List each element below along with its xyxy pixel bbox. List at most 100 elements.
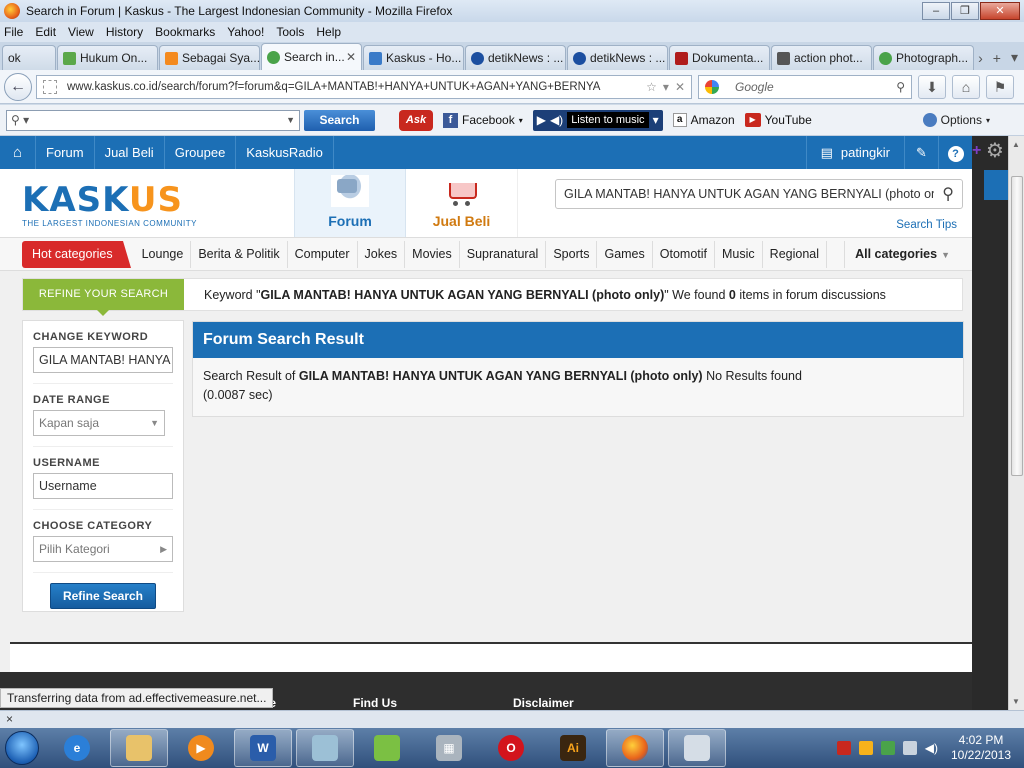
tab[interactable]: detikNews : ... — [465, 45, 566, 70]
help-button[interactable]: ? — [938, 136, 972, 169]
new-tab-icon[interactable]: + — [993, 50, 1001, 66]
menu-edit[interactable]: Edit — [35, 25, 56, 39]
taskbar-media-player[interactable]: ▶ — [172, 729, 230, 767]
scroll-up-icon[interactable]: ▲ — [1012, 140, 1020, 149]
menu-view[interactable]: View — [68, 25, 94, 39]
category-jokes[interactable]: Jokes — [358, 240, 406, 268]
list-tabs-icon[interactable]: ▾ — [1011, 49, 1018, 66]
ask-logo[interactable]: Ask — [399, 109, 433, 131]
header-tab-forum[interactable]: Forum — [294, 169, 406, 237]
keyword-input[interactable]: GILA MANTAB! HANYA UNTUK AGAN YANG BERNY… — [33, 347, 173, 373]
taskbar-paint[interactable] — [668, 729, 726, 767]
all-categories-dropdown[interactable]: All categories ▼ — [844, 240, 960, 268]
category-music[interactable]: Music — [715, 240, 763, 268]
tray-warning-icon[interactable] — [858, 741, 873, 755]
refine-search-button[interactable]: Refine Search — [50, 583, 156, 609]
username-input[interactable]: Username — [33, 473, 173, 499]
taskbar-ie[interactable]: e — [48, 729, 106, 767]
date-range-select[interactable]: Kapan saja ▼ — [33, 410, 165, 436]
site-home-icon[interactable]: ⌂ — [0, 136, 36, 169]
home-icon[interactable]: ⌂ — [952, 74, 980, 99]
taskbar-clock[interactable]: 4:02 PM 10/22/2013 — [946, 733, 1016, 763]
tab[interactable]: Dokumenta... — [669, 45, 770, 70]
topnav-forum[interactable]: Forum — [36, 136, 95, 169]
header-tab-jual-beli[interactable]: Jual Beli — [406, 169, 518, 237]
chevron-down-icon[interactable]: ▼ — [286, 115, 295, 125]
tab[interactable]: Hukum On... — [57, 45, 158, 70]
menu-tools[interactable]: Tools — [276, 25, 304, 39]
hot-categories-label[interactable]: Hot categories — [22, 240, 131, 268]
side-tab[interactable] — [984, 170, 1008, 200]
taskbar-opera[interactable]: O — [482, 729, 540, 767]
site-search-input[interactable]: GILA MANTAB! HANYA UNTUK AGAN YANG BERNY… — [555, 179, 963, 209]
play-icon[interactable]: ▶ — [537, 113, 546, 127]
category-sports[interactable]: Sports — [546, 240, 598, 268]
menu-bookmarks[interactable]: Bookmarks — [155, 25, 215, 39]
tab-active[interactable]: Search in... ✕ — [261, 43, 362, 70]
user-menu[interactable]: ▤ patingkir — [805, 136, 904, 169]
tab[interactable]: Kaskus - Ho... — [363, 45, 464, 70]
taskbar-notepad[interactable] — [296, 729, 354, 767]
downloads-icon[interactable]: ⬇ — [918, 74, 946, 99]
amazon-button[interactable]: a Amazon — [672, 113, 735, 127]
volume-icon[interactable]: ◀) — [550, 113, 563, 127]
toolbar-search-input[interactable]: ⚲ ▾ ▼ — [6, 109, 300, 131]
youtube-button[interactable]: ▶ YouTube — [744, 113, 812, 127]
category-computer[interactable]: Computer — [288, 240, 358, 268]
tab[interactable]: Photograph... — [873, 45, 974, 70]
plus-icon[interactable]: + — [972, 142, 981, 160]
footer-link-find-us[interactable]: Find Us — [353, 696, 397, 710]
topnav-jual-beli[interactable]: Jual Beli — [95, 136, 165, 169]
tab[interactable]: Sebagai Sya... — [159, 45, 260, 70]
footer-link-disclaimer[interactable]: Disclaimer — [513, 696, 574, 710]
options-button[interactable]: Options ▾ — [922, 113, 990, 127]
vertical-scrollbar[interactable]: ▲ ▼ — [1008, 136, 1024, 710]
search-icon[interactable]: ⚲ — [896, 80, 905, 94]
tab[interactable]: action phot... — [771, 45, 872, 70]
tray-alert-icon[interactable] — [836, 741, 851, 755]
taskbar-firefox[interactable] — [606, 729, 664, 767]
url-bar[interactable]: www.kaskus.co.id/search/forum?f=forum&q=… — [36, 74, 692, 99]
search-icon[interactable]: ⚲ — [942, 184, 954, 204]
scroll-tabs-right-icon[interactable]: › — [978, 50, 983, 66]
taskbar-notes[interactable] — [358, 729, 416, 767]
menu-history[interactable]: History — [106, 25, 143, 39]
tab[interactable]: ok — [2, 45, 56, 70]
back-button[interactable]: ← — [4, 72, 32, 101]
category-lounge[interactable]: Lounge — [135, 240, 192, 268]
edit-icon[interactable]: ✎ — [904, 136, 938, 169]
topnav-groupee[interactable]: Groupee — [165, 136, 237, 169]
stop-icon[interactable]: ✕ — [675, 80, 685, 94]
chevron-down-icon[interactable]: ▾ — [653, 113, 659, 127]
search-tips-link[interactable]: Search Tips — [896, 219, 957, 231]
start-button[interactable] — [0, 728, 44, 768]
category-otomotif[interactable]: Otomotif — [653, 240, 716, 268]
kaskus-logo[interactable]: KASKUS THE LARGEST INDONESIAN COMMUNITY — [22, 183, 197, 228]
scrollbar-thumb[interactable] — [1011, 176, 1023, 476]
facebook-button[interactable]: f Facebook ▾ — [443, 112, 523, 128]
category-games[interactable]: Games — [597, 240, 653, 268]
taskbar-illustrator[interactable]: Ai — [544, 729, 602, 767]
toolbar-search-button[interactable]: Search — [304, 109, 375, 131]
menu-help[interactable]: Help — [316, 25, 341, 39]
taskbar-explorer[interactable] — [110, 729, 168, 767]
tray-app-icon[interactable] — [880, 741, 895, 755]
category-regional[interactable]: Regional — [763, 240, 828, 268]
bookmark-star-icon[interactable]: ☆ — [646, 80, 657, 94]
minimize-button[interactable]: – — [922, 2, 950, 20]
volume-icon[interactable]: ◀) — [925, 741, 938, 755]
tab[interactable]: detikNews : ... — [567, 45, 668, 70]
taskbar-word[interactable]: W — [234, 729, 292, 767]
music-player[interactable]: ▶ ◀) Listen to music ▾ — [532, 109, 663, 131]
category-movies[interactable]: Movies — [405, 240, 460, 268]
web-search-box[interactable]: Google ⚲ — [698, 74, 912, 99]
close-window-button[interactable]: ✕ — [980, 2, 1020, 20]
gear-icon[interactable]: ⚙ — [986, 138, 1004, 163]
close-addon-bar-icon[interactable]: × — [6, 712, 13, 726]
category-supranatural[interactable]: Supranatural — [460, 240, 547, 268]
topnav-kaskusradio[interactable]: KaskusRadio — [236, 136, 334, 169]
menu-yahoo[interactable]: Yahoo! — [227, 25, 264, 39]
scroll-down-icon[interactable]: ▼ — [1012, 697, 1020, 706]
site-identity-icon[interactable] — [43, 79, 57, 94]
category-select[interactable]: Pilih Kategori ▶ — [33, 536, 173, 562]
